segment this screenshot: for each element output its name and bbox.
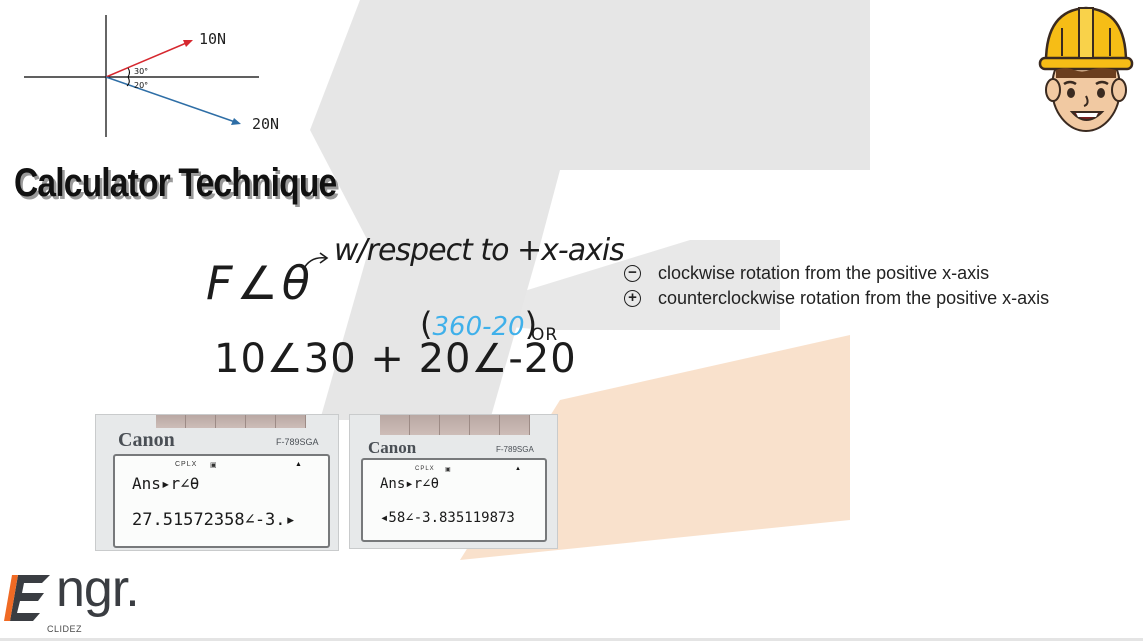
scroll-up-indicator-icon: ▲ bbox=[295, 461, 302, 468]
handwritten-expression: 10∠30 + 20∠-20 bbox=[214, 336, 577, 382]
solar-panel bbox=[156, 415, 306, 428]
calculator-result-line: 27.51572358∠-3.▸ bbox=[132, 510, 296, 530]
calculator-brand: Canon bbox=[368, 438, 417, 457]
scroll-up-indicator-icon: ▲ bbox=[515, 466, 521, 472]
legend-row-positive: + counterclockwise rotation from the pos… bbox=[624, 286, 1049, 311]
force2-label: 20N bbox=[252, 115, 279, 133]
handwritten-f-angle-theta: F∠θ bbox=[206, 256, 314, 310]
sign-legend: − clockwise rotation from the positive x… bbox=[624, 261, 1049, 311]
calculator-screen-left: Canon F-789SGA CPLX ▣ ▲ Ans▸r∠θ 27.51572… bbox=[95, 414, 339, 551]
calculator-input-line: Ans▸r∠θ bbox=[132, 474, 200, 493]
calculator-lcd: CPLX ▣ ▲ Ans▸r∠θ 27.51572358∠-3.▸ bbox=[113, 454, 330, 548]
force1-label: 10N bbox=[199, 30, 226, 48]
angle1-arc bbox=[127, 67, 130, 78]
cplx-indicator: CPLX bbox=[415, 466, 435, 472]
force1-vector bbox=[105, 40, 192, 78]
page-title: Calculator Technique bbox=[14, 161, 337, 205]
slide: 10N 20N 30° 20° Calculator Technique F∠θ… bbox=[0, 0, 1143, 641]
engineer-mascot-avatar bbox=[1038, 6, 1134, 132]
calculator-brand: Canon bbox=[118, 429, 175, 451]
curved-arrow-icon bbox=[302, 252, 329, 271]
angle2-label: 20° bbox=[134, 81, 148, 90]
legend-row-negative: − clockwise rotation from the positive x… bbox=[624, 261, 1049, 286]
logo-text: ngr. bbox=[56, 560, 140, 618]
force-vector-diagram: 10N 20N 30° 20° bbox=[24, 15, 279, 137]
calculator-model: F-789SGA bbox=[276, 437, 319, 447]
calculator-model: F-789SGA bbox=[496, 445, 534, 454]
logo-subtext: CLIDEZ bbox=[47, 624, 83, 634]
cplx-indicator: CPLX bbox=[175, 461, 198, 468]
handwritten-respect-note: w/respect to +x-axis bbox=[334, 233, 625, 268]
calculator-result-line: ◂58∠-3.835119873 bbox=[380, 510, 515, 526]
degree-indicator-icon: ▣ bbox=[210, 462, 218, 469]
calculator-screen-right: Canon F-789SGA CPLX ▣ ▲ Ans▸r∠θ ◂58∠-3.8… bbox=[349, 414, 558, 549]
plus-circle-icon: + bbox=[624, 290, 641, 307]
force2-arrowhead bbox=[231, 118, 241, 125]
calculator-lcd: CPLX ▣ ▲ Ans▸r∠θ ◂58∠-3.835119873 bbox=[361, 458, 547, 542]
force2-vector bbox=[105, 76, 239, 124]
legend-positive-text: counterclockwise rotation from the posit… bbox=[658, 288, 1050, 308]
force1-arrowhead bbox=[183, 40, 193, 47]
minus-circle-icon: − bbox=[624, 265, 641, 282]
solar-panel bbox=[380, 415, 530, 435]
degree-indicator-icon: ▣ bbox=[445, 467, 452, 473]
logo-e-mark-icon bbox=[4, 575, 50, 621]
angle1-label: 30° bbox=[134, 67, 148, 76]
legend-negative-text: clockwise rotation from the positive x-a… bbox=[658, 263, 990, 283]
calculator-input-line: Ans▸r∠θ bbox=[380, 476, 440, 492]
